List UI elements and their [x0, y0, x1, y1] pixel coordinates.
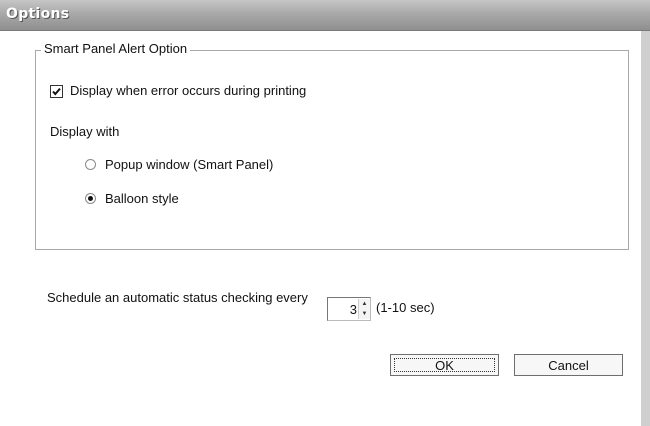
schedule-label: Schedule an automatic status checking ev…	[47, 290, 308, 305]
options-dialog: Options Smart Panel Alert Option Display…	[0, 0, 650, 426]
spinner-down-icon[interactable]: ▼	[358, 309, 370, 319]
cancel-button[interactable]: Cancel	[514, 354, 623, 376]
radio-button[interactable]	[85, 193, 96, 204]
status-interval-spinner[interactable]: 3 ▲ ▼	[327, 297, 371, 321]
focus-rect	[394, 358, 495, 372]
radio-button[interactable]	[85, 159, 96, 170]
checkbox-box[interactable]	[50, 85, 63, 98]
title-bar[interactable]: Options	[0, 0, 650, 31]
spinner-arrows: ▲ ▼	[358, 299, 370, 319]
ok-button[interactable]: OK	[390, 354, 499, 376]
cancel-button-label: Cancel	[548, 357, 589, 373]
display-on-error-label: Display when error occurs during printin…	[70, 83, 307, 98]
interval-range-label: (1-10 sec)	[376, 300, 435, 315]
spinner-value[interactable]: 3	[350, 302, 357, 317]
checkmark-icon	[52, 87, 61, 96]
display-with-label: Display with	[50, 124, 120, 139]
radio-popup-window-label: Popup window (Smart Panel)	[105, 157, 274, 172]
radio-selected-dot	[88, 196, 93, 201]
alert-option-group-label: Smart Panel Alert Option	[41, 41, 191, 56]
window-title: Options	[6, 6, 70, 22]
radio-balloon-style-label: Balloon style	[105, 191, 179, 206]
window-right-edge	[642, 31, 650, 426]
alert-option-groupbox	[35, 50, 629, 250]
